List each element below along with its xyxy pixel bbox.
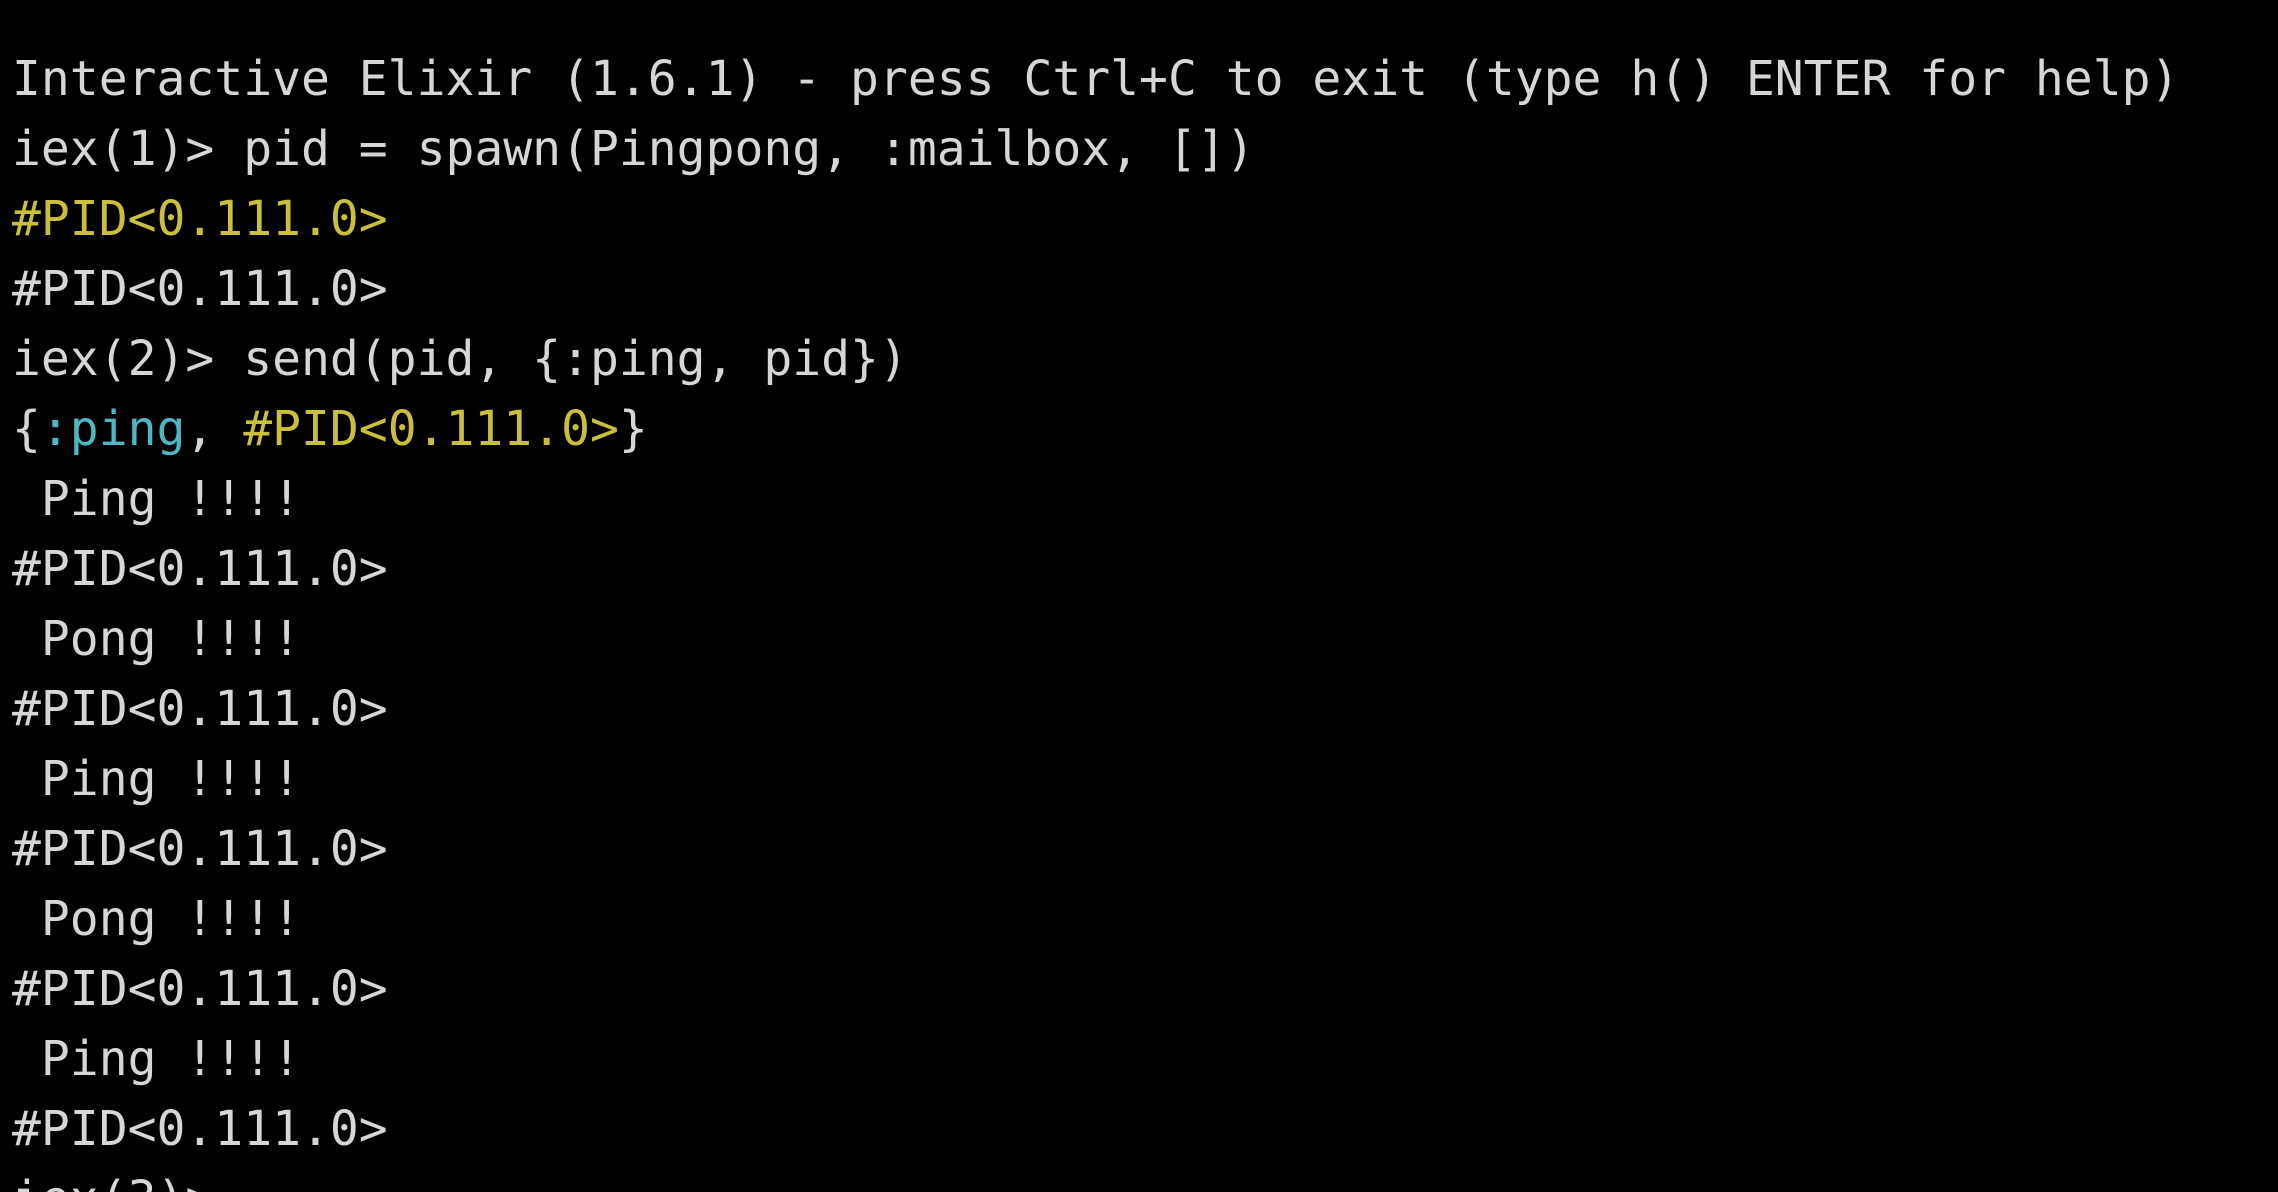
terminal-text: { (12, 401, 41, 457)
terminal-line: Pong !!!! (12, 604, 2278, 674)
terminal-text: #PID<0.111.0> (12, 1101, 388, 1157)
terminal-text: :ping (40, 401, 186, 457)
terminal-text: iex(2)> send(pid, {:ping, pid}) (12, 331, 908, 387)
terminal-text: Interactive Elixir (1.6.1) - press Ctrl+… (12, 51, 2180, 107)
terminal-line: Pong !!!! (12, 884, 2278, 954)
terminal-text: } (618, 401, 648, 457)
terminal-text: Ping !!!! (12, 471, 301, 527)
terminal-line: iex(2)> send(pid, {:ping, pid}) (12, 324, 2278, 394)
terminal-text: #PID<0.111.0> (12, 191, 388, 247)
terminal-line: iex(3)> (12, 1164, 2278, 1192)
terminal-window[interactable]: Interactive Elixir (1.6.1) - press Ctrl+… (0, 0, 2278, 1192)
terminal-line: #PID<0.111.0> (12, 184, 2278, 254)
terminal-line: #PID<0.111.0> (12, 814, 2278, 884)
terminal-text: Ping !!!! (12, 1031, 301, 1087)
terminal-line: #PID<0.111.0> (12, 954, 2278, 1024)
terminal-text: Ping !!!! (12, 751, 301, 807)
terminal-line: #PID<0.111.0> (12, 1094, 2278, 1164)
terminal-line: Ping !!!! (12, 464, 2278, 534)
terminal-text: Pong !!!! (12, 611, 301, 667)
terminal-text: iex(1)> pid = spawn(Pingpong, :mailbox, … (12, 121, 1255, 177)
terminal-line: #PID<0.111.0> (12, 534, 2278, 604)
terminal-line: #PID<0.111.0> (12, 674, 2278, 744)
terminal-text: #PID<0.111.0> (12, 681, 388, 737)
terminal-text: #PID<0.111.0> (12, 541, 388, 597)
terminal-text: Pong !!!! (12, 891, 301, 947)
terminal-text: #PID<0.111.0> (12, 821, 388, 877)
terminal-line: #PID<0.111.0> (12, 254, 2278, 324)
terminal-line: {:ping, #PID<0.111.0>} (12, 394, 2278, 464)
terminal-line: Ping !!!! (12, 1024, 2278, 1094)
terminal-text: #PID<0.111.0> (243, 401, 619, 457)
terminal-text: #PID<0.111.0> (12, 961, 388, 1017)
terminal-line: Ping !!!! (12, 744, 2278, 814)
terminal-text: , (185, 401, 244, 457)
terminal-line: Interactive Elixir (1.6.1) - press Ctrl+… (12, 44, 2278, 114)
terminal-line: iex(1)> pid = spawn(Pingpong, :mailbox, … (12, 114, 2278, 184)
terminal-text: #PID<0.111.0> (12, 261, 388, 317)
terminal-text: iex(3)> (12, 1171, 214, 1192)
